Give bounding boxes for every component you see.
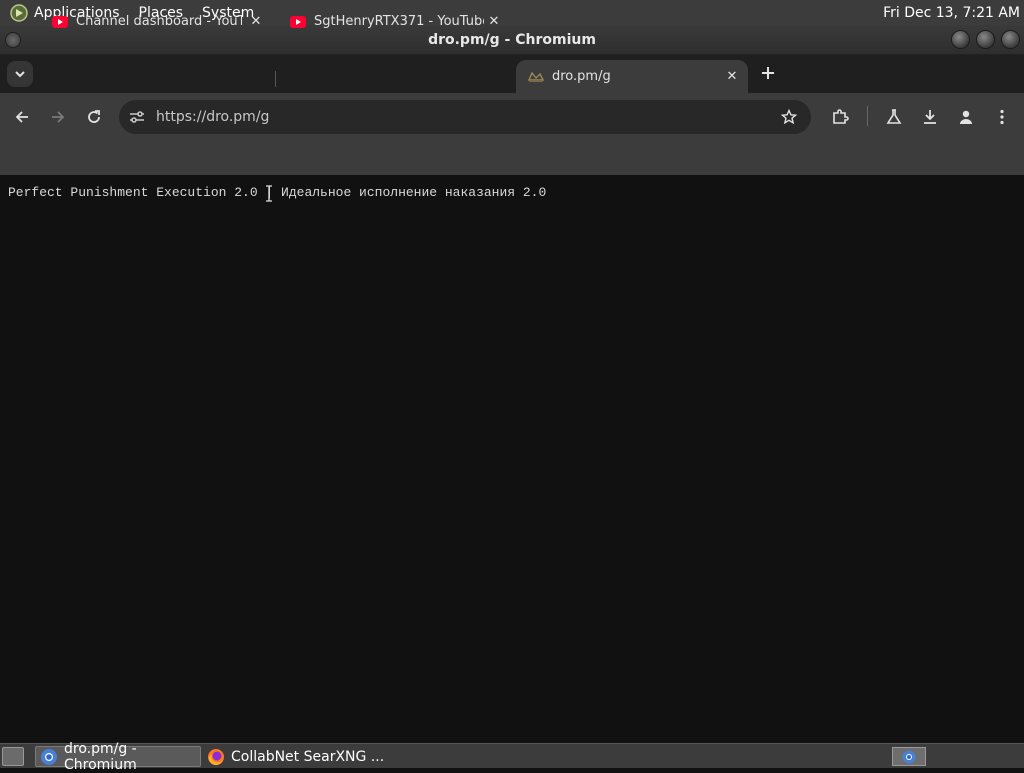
bookmark-star-icon[interactable] — [777, 105, 801, 129]
url-scheme: https:// — [156, 109, 207, 125]
plus-icon — [762, 67, 774, 79]
site-icon — [528, 69, 544, 85]
show-desktop-button[interactable] — [2, 747, 24, 766]
taskbar-item-chromium[interactable]: dro.pm/g - Chromium — [35, 741, 201, 773]
tab-title: SgtHenryRTX371 - YouTube — [314, 14, 484, 29]
back-button[interactable] — [10, 105, 34, 129]
maximize-button[interactable] — [976, 30, 995, 49]
avatar-icon — [960, 110, 972, 124]
reload-icon — [88, 110, 100, 123]
tab-sgthenry[interactable]: SgtHenryRTX371 - YouTube ✕ — [278, 5, 510, 38]
firefox-icon — [207, 748, 225, 766]
taskbar-item-label: CollabNet SearXNG ... — [231, 748, 385, 765]
tab-separator — [275, 71, 276, 87]
tab-title: Channel dashboard - YouTub — [76, 14, 242, 29]
labs-button[interactable] — [882, 105, 906, 129]
browser-toolbar: https://dro.pm/g — [0, 93, 1024, 141]
close-tab-icon[interactable]: ✕ — [248, 13, 264, 29]
close-tab-icon[interactable]: ✕ — [724, 68, 740, 84]
text-cursor-icon — [265, 185, 273, 202]
forward-button[interactable] — [46, 105, 70, 129]
tab-channel-dashboard[interactable]: Channel dashboard - YouTub ✕ — [40, 5, 272, 38]
youtube-icon — [290, 14, 306, 30]
minimize-button[interactable] — [951, 30, 970, 49]
close-tab-icon[interactable]: ✕ — [486, 13, 502, 29]
tab-strip — [0, 55, 1024, 93]
puzzle-icon — [833, 109, 849, 124]
url-host: dro.pm/g — [206, 109, 270, 125]
reload-button[interactable] — [82, 105, 106, 129]
window-menu-button[interactable] — [5, 32, 21, 48]
close-window-button[interactable] — [1001, 30, 1020, 49]
site-settings-icon[interactable] — [125, 105, 149, 129]
chevron-down-icon — [15, 70, 25, 77]
tab-dro-pm[interactable]: dro.pm/g ✕ — [516, 60, 748, 93]
page-content: Perfect Punishment Execution 2.0 | Идеал… — [0, 175, 1024, 743]
arrow-left-icon — [15, 111, 28, 123]
toolbar-separator — [867, 106, 868, 126]
url-text[interactable]: https://dro.pm/g — [156, 109, 269, 125]
page-text: Perfect Punishment Execution 2.0 | Идеал… — [8, 185, 547, 200]
extensions-button[interactable] — [828, 105, 852, 129]
taskbar-item-firefox[interactable]: CollabNet SearXNG ... — [203, 746, 403, 767]
youtube-icon — [52, 14, 68, 30]
workspace-switcher[interactable] — [892, 747, 926, 766]
download-icon — [924, 110, 936, 124]
kebab-menu-icon — [1000, 109, 1004, 125]
tab-search-button[interactable] — [7, 61, 33, 87]
new-tab-button[interactable] — [758, 63, 778, 83]
bookmarks-bar — [0, 141, 1024, 175]
profile-button[interactable] — [954, 105, 978, 129]
clock[interactable]: Fri Dec 13, 7:21 AM — [883, 5, 1020, 21]
menu-button[interactable] — [990, 105, 1014, 129]
chromium-icon — [902, 750, 916, 763]
downloads-button[interactable] — [918, 105, 942, 129]
chromium-icon — [40, 748, 58, 766]
tab-title: dro.pm/g — [552, 69, 611, 84]
arrow-right-icon — [52, 111, 65, 123]
bottom-panel: dro.pm/g - Chromium CollabNet SearXNG ..… — [0, 741, 1024, 773]
flask-icon — [886, 109, 902, 124]
distro-logo-icon[interactable] — [9, 3, 29, 23]
address-bar[interactable]: https://dro.pm/g — [119, 100, 811, 134]
